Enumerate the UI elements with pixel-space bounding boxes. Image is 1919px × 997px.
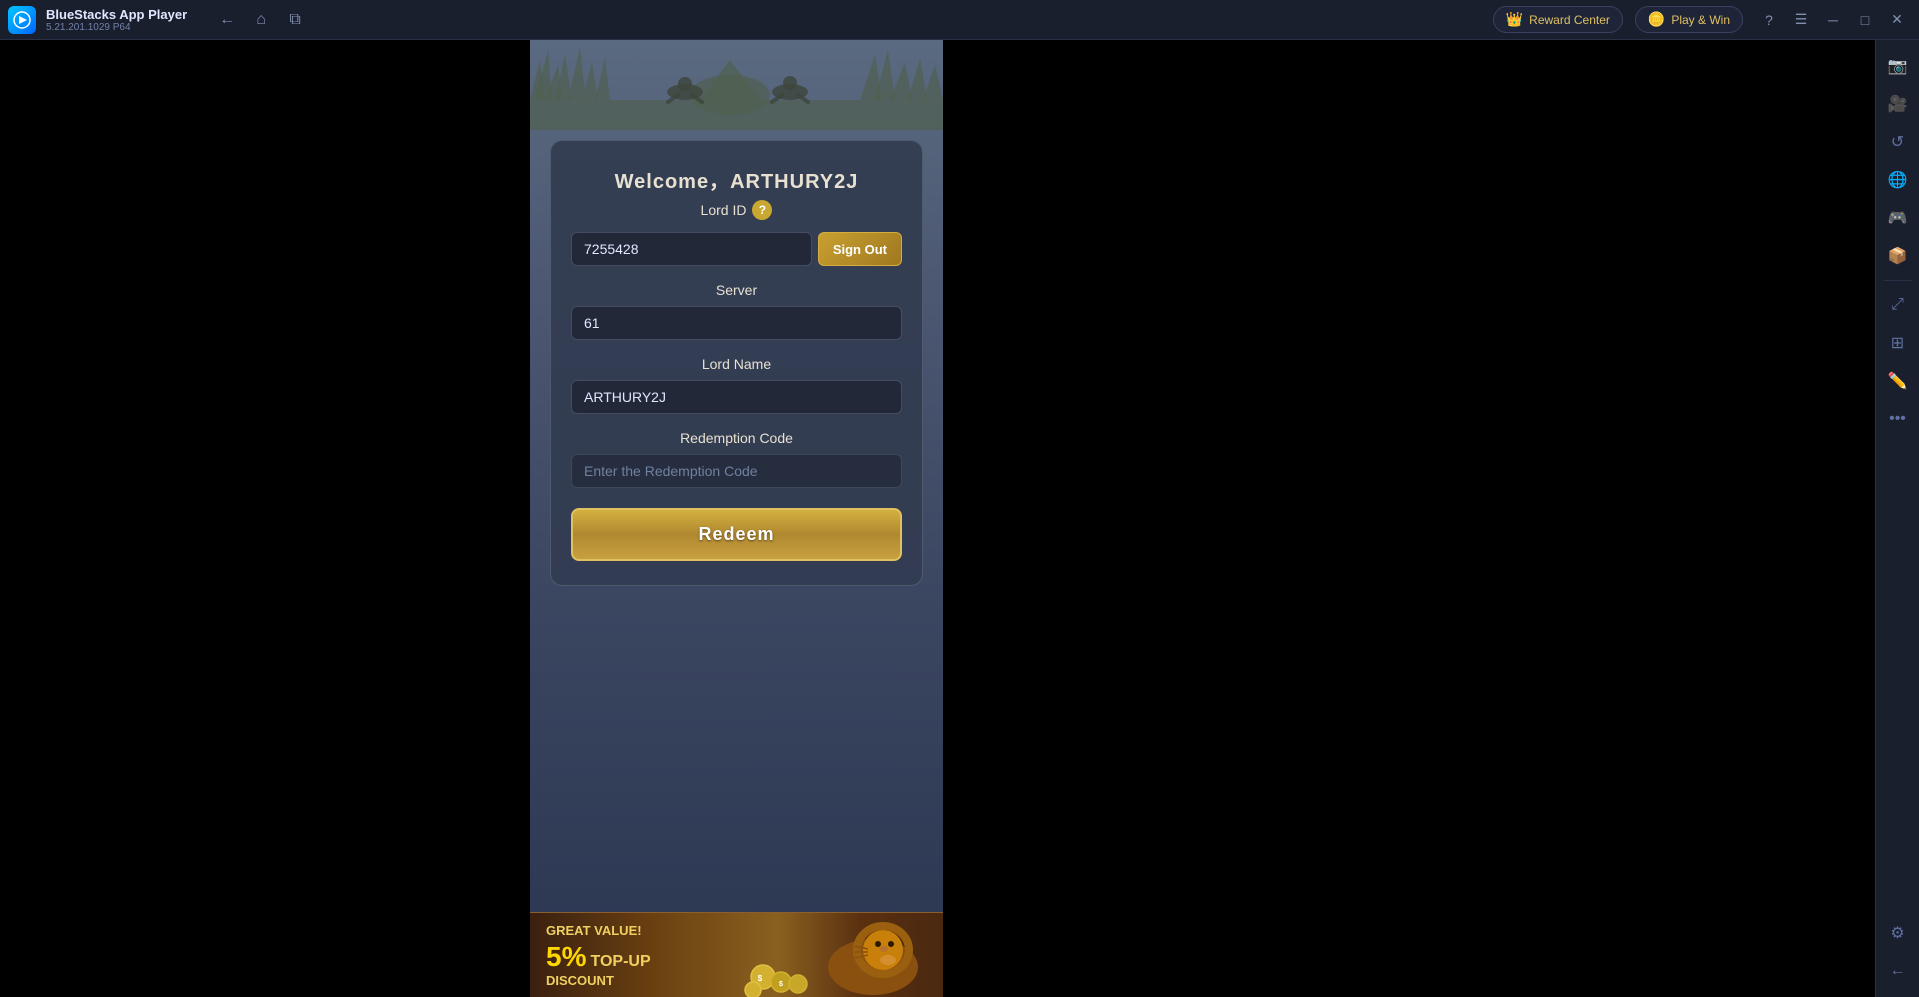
reward-center-label: Reward Center [1529, 13, 1610, 27]
play-win-label: Play & Win [1671, 13, 1730, 27]
banner-great-value: GREAT VALUE! [546, 922, 651, 940]
redeem-button[interactable]: Redeem [571, 508, 902, 561]
resize-icon[interactable]: ⤢ [1880, 287, 1916, 323]
lord-id-input[interactable] [571, 232, 812, 266]
sign-out-button[interactable]: Sign Out [818, 232, 902, 266]
left-area [0, 40, 530, 997]
app-title: BlueStacks App Player 5.21.201.1029 P64 [46, 7, 187, 33]
minimize-button[interactable]: ─ [1819, 6, 1847, 34]
welcome-text: Welcome，ARTHURY2J [571, 165, 902, 194]
banner-lion-illustration: $ $ [743, 912, 943, 997]
maximize-button[interactable]: □ [1851, 6, 1879, 34]
close-button[interactable]: ✕ [1883, 6, 1911, 34]
camera-icon[interactable]: 🎥 [1880, 86, 1916, 122]
apk-icon[interactable]: 📦 [1880, 238, 1916, 274]
server-label: Server [571, 282, 902, 298]
titlebar: BlueStacks App Player 5.21.201.1029 P64 … [0, 0, 1919, 40]
screenshot-icon[interactable]: 📷 [1880, 48, 1916, 84]
lord-name-label: Lord Name [571, 356, 902, 372]
settings-icon[interactable]: ⚙ [1880, 915, 1916, 951]
globe-icon[interactable]: 🌐 [1880, 162, 1916, 198]
server-field: 61 [571, 306, 902, 340]
crown-icon: 👑 [1506, 11, 1523, 28]
lord-id-label: Lord ID [701, 202, 747, 218]
main-area: Welcome，ARTHURY2J Lord ID ? Sign Out Ser… [0, 40, 1919, 997]
coin-icon: 🪙 [1648, 11, 1665, 28]
gamepad-icon[interactable]: 🎮 [1880, 200, 1916, 236]
back-icon[interactable]: ← [1880, 953, 1916, 989]
apps-icon[interactable]: ⊞ [1880, 325, 1916, 361]
banner-percent: 5% [546, 941, 586, 973]
vegetation-silhouette [530, 40, 943, 130]
menu-button[interactable]: ☰ [1787, 6, 1815, 34]
lord-id-row: Lord ID ? [571, 200, 902, 220]
bluestacks-logo [8, 6, 36, 34]
reward-center-button[interactable]: 👑 Reward Center [1493, 6, 1623, 33]
redemption-code-input[interactable] [571, 454, 902, 488]
more-icon[interactable]: ••• [1880, 401, 1916, 437]
titlebar-nav: ← ⌂ ⧉ [213, 6, 309, 34]
help-button[interactable]: ? [1755, 6, 1783, 34]
banner-discount: DISCOUNT [546, 973, 651, 988]
right-area [943, 40, 1919, 997]
right-sidebar: 📷 🎥 ↺ 🌐 🎮 📦 ⤢ ⊞ ✏️ ••• ⚙ ← [1875, 40, 1919, 997]
titlebar-left: BlueStacks App Player 5.21.201.1029 P64 … [8, 6, 309, 34]
lord-name-field: ARTHURY2J [571, 380, 902, 414]
back-button[interactable]: ← [213, 6, 241, 34]
app-name: BlueStacks App Player [46, 7, 187, 22]
redemption-code-label: Redemption Code [571, 430, 902, 446]
rotate-icon[interactable]: ↺ [1880, 124, 1916, 160]
banner-topup: TOP-UP [590, 953, 650, 971]
svg-text:$: $ [758, 974, 763, 983]
app-version: 5.21.201.1029 P64 [46, 22, 187, 33]
lord-id-field: Sign Out [571, 232, 902, 266]
game-dialog: Welcome，ARTHURY2J Lord ID ? Sign Out Ser… [550, 140, 923, 586]
game-banner: GREAT VALUE! 5% TOP-UP DISCOUNT [530, 912, 943, 997]
edit-icon[interactable]: ✏️ [1880, 363, 1916, 399]
titlebar-right: 👑 Reward Center 🪙 Play & Win ? ☰ ─ □ ✕ [1493, 6, 1911, 34]
multi-button[interactable]: ⧉ [281, 6, 309, 34]
lord-id-help-icon[interactable]: ? [752, 200, 772, 220]
titlebar-icons: ? ☰ ─ □ ✕ [1755, 6, 1911, 34]
home-button[interactable]: ⌂ [247, 6, 275, 34]
play-win-button[interactable]: 🪙 Play & Win [1635, 6, 1743, 33]
svg-text:$: $ [779, 981, 783, 988]
sidebar-divider-1 [1884, 280, 1912, 281]
game-area: Welcome，ARTHURY2J Lord ID ? Sign Out Ser… [530, 40, 943, 997]
